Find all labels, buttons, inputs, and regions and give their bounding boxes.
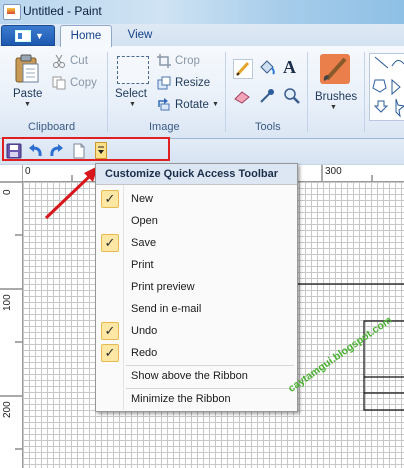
tools-group-label: Tools	[255, 121, 281, 133]
text-icon[interactable]: A	[283, 57, 296, 78]
copy-icon	[52, 76, 66, 90]
brush-icon	[319, 53, 351, 85]
menu-item-label: Minimize the Ribbon	[131, 393, 231, 405]
group-divider	[364, 52, 365, 132]
menu-item-label: Open	[131, 215, 158, 227]
menu-item-label: Redo	[131, 347, 158, 359]
group-divider	[225, 52, 226, 132]
ruler-vertical: 0 100 200	[0, 181, 23, 468]
paint-menu-button[interactable]: ▼	[1, 25, 55, 46]
resize-button[interactable]: Resize	[175, 77, 210, 89]
title-bar: Untitled - Paint	[0, 0, 404, 24]
color-picker-icon[interactable]	[258, 87, 276, 105]
group-divider	[107, 52, 108, 132]
menu-item-send-email[interactable]: Send in e-mail	[97, 298, 296, 320]
checkmark-icon: ✓	[101, 344, 119, 362]
fill-bucket-icon[interactable]	[258, 59, 276, 77]
menu-item-save[interactable]: ✓ Save	[97, 232, 296, 254]
select-icon	[117, 56, 149, 84]
paint-menu-icon	[15, 30, 31, 42]
menu-item-label: Print	[131, 259, 154, 271]
checkmark-icon: ✓	[101, 234, 119, 252]
toolbar-highlight-box	[2, 137, 170, 161]
ruler-label: 0	[2, 189, 13, 195]
menu-item-label: Undo	[131, 325, 158, 337]
ruler-corner	[0, 165, 22, 181]
menu-item-label: Print preview	[131, 281, 195, 293]
menu-item-minimize-ribbon[interactable]: Minimize the Ribbon	[97, 388, 296, 410]
ruler-label: 100	[2, 294, 13, 311]
menu-item-new[interactable]: ✓ New	[97, 188, 296, 210]
menu-item-open[interactable]: Open	[97, 210, 296, 232]
menu-item-print[interactable]: Print	[97, 254, 296, 276]
group-divider	[307, 52, 308, 132]
ruler-label: 200	[2, 401, 13, 418]
tab-home[interactable]: Home	[60, 25, 112, 47]
menu-item-label: Send in e-mail	[131, 303, 202, 315]
brushes-dropdown-icon[interactable]: ▼	[330, 104, 337, 111]
checkmark-icon: ✓	[101, 322, 119, 340]
select-dropdown-icon[interactable]: ▼	[129, 101, 136, 108]
menu-item-redo[interactable]: ✓ Redo	[97, 342, 296, 364]
chevron-down-icon: ▼	[35, 31, 44, 41]
tab-view[interactable]: View	[118, 25, 162, 46]
rotate-icon	[157, 97, 171, 111]
menu-item-label: Save	[131, 237, 157, 249]
brushes-button[interactable]: Brushes	[315, 91, 357, 103]
shapes-gallery[interactable]	[369, 53, 404, 121]
menu-item-show-above-ribbon[interactable]: Show above the Ribbon	[97, 365, 296, 387]
crop-button[interactable]: Crop	[175, 55, 200, 67]
select-button[interactable]: Select	[115, 88, 147, 100]
customize-qat-menu: Customize Quick Access Toolbar ✓ New Ope…	[95, 163, 298, 412]
rotate-dropdown-icon[interactable]: ▼	[212, 101, 219, 108]
clipboard-group-label: Clipboard	[28, 121, 76, 133]
window-title: Untitled - Paint	[23, 4, 102, 18]
cut-icon	[52, 54, 66, 68]
pencil-icon[interactable]	[233, 59, 253, 79]
cut-button[interactable]: Cut	[70, 55, 88, 67]
menu-item-print-preview[interactable]: Print preview	[97, 276, 296, 298]
menu-item-label: New	[131, 193, 154, 205]
rotate-button[interactable]: Rotate	[175, 99, 209, 111]
ruler-label: 300	[325, 166, 342, 177]
resize-icon	[157, 76, 171, 90]
ruler-label: 0	[25, 166, 31, 177]
menu-item-label: Show above the Ribbon	[131, 370, 248, 382]
copy-button[interactable]: Copy	[70, 77, 97, 89]
image-group-label: Image	[149, 121, 180, 133]
paste-button[interactable]: Paste	[13, 88, 42, 100]
eraser-icon[interactable]	[233, 87, 251, 105]
magnifier-icon[interactable]	[283, 87, 301, 105]
paint-app-icon[interactable]	[3, 4, 21, 20]
menu-item-undo[interactable]: ✓ Undo	[97, 320, 296, 342]
menu-header: Customize Quick Access Toolbar	[96, 164, 297, 185]
crop-icon	[157, 54, 171, 68]
paste-dropdown-icon[interactable]: ▼	[24, 101, 31, 108]
checkmark-icon: ✓	[101, 190, 119, 208]
paste-icon	[14, 54, 40, 84]
